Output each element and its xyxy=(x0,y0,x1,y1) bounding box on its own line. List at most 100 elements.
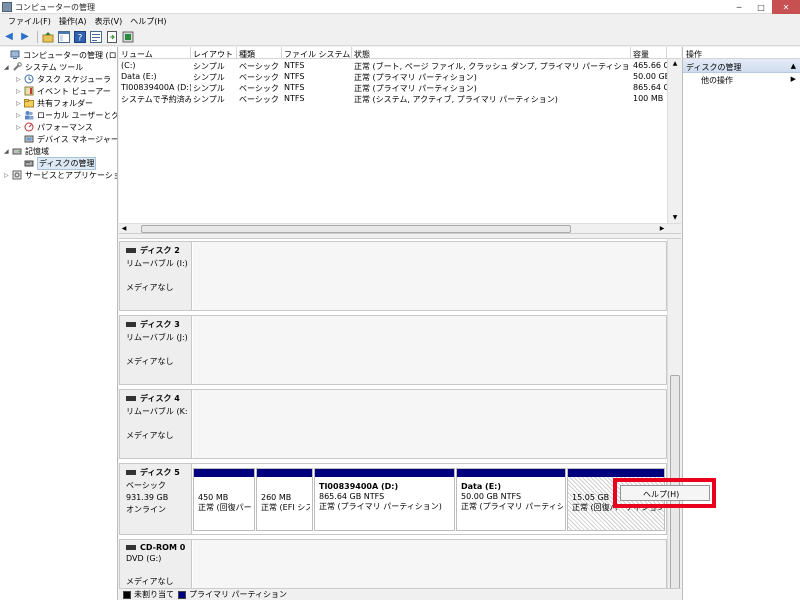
scroll-down-arrow-icon[interactable]: ▼ xyxy=(668,213,682,223)
clock-icon xyxy=(24,74,34,84)
tree-item-storage[interactable]: ◢ 記憶域 xyxy=(4,145,49,157)
help-button[interactable]: ? xyxy=(73,30,87,44)
disk-info: ディスク 4 リムーバブル (K: メディアなし xyxy=(120,390,192,458)
tree-item-device-manager[interactable]: デバイス マネージャー xyxy=(16,133,117,145)
console-tree-icon xyxy=(58,30,70,43)
column-header-volume[interactable]: リューム xyxy=(119,47,191,59)
properties-button[interactable] xyxy=(89,30,103,44)
tree-item-services-applications[interactable]: ▷ サービスとアプリケーショ xyxy=(4,169,117,181)
minimize-button[interactable]: ─ xyxy=(728,0,750,14)
tree-item-label: 記憶域 xyxy=(25,146,49,156)
volume-file-system: NTFS xyxy=(284,61,305,70)
partition-size: 260 MB xyxy=(261,493,292,502)
volume-name: システムで予約済み xyxy=(121,95,191,104)
tree-item-disk-management[interactable]: ディスクの管理 xyxy=(16,156,97,170)
volume-row[interactable]: (C:) シンプル ベーシック NTFS 正常 (ブート, ページ ファイル, … xyxy=(119,61,667,72)
removable-disk-icon xyxy=(126,248,136,253)
tree-item-shared-folders[interactable]: ▷ 共有フォルダー xyxy=(16,97,93,109)
tree-expand-icon[interactable]: ▷ xyxy=(4,172,12,179)
volume-row[interactable]: システムで予約済み シンプル ベーシック NTFS 正常 (システム, アクティ… xyxy=(119,94,667,105)
action-more-actions[interactable]: 他の操作 ▶ xyxy=(683,73,800,85)
back-arrow-icon: ◀ xyxy=(5,31,13,42)
volume-row[interactable]: TI00839400A (D:) シンプル ベーシック NTFS 正常 (プライ… xyxy=(119,83,667,94)
tree-expand-icon[interactable]: ▷ xyxy=(16,100,24,107)
scrollbar-thumb[interactable] xyxy=(141,225,571,233)
settings-button[interactable] xyxy=(121,30,135,44)
tree-item-event-viewer[interactable]: ▷ イベント ビューアー xyxy=(16,85,111,97)
disk-detail: リムーバブル (K: xyxy=(126,407,188,416)
disk-name: ディスク 2 xyxy=(140,246,180,255)
volume-status: 正常 (プライマリ パーティション) xyxy=(354,84,477,93)
tree-item-label: システム ツール xyxy=(25,62,84,72)
tree-item-system-tools[interactable]: ◢ システム ツール xyxy=(4,61,83,73)
back-button[interactable]: ◀ xyxy=(2,30,16,44)
tree-collapse-icon[interactable]: ◢ xyxy=(4,148,12,155)
volume-capacity: 100 MB xyxy=(633,94,664,103)
disk-row-cdrom-0[interactable]: CD-ROM 0 DVD (G:) メディアなし xyxy=(119,539,667,591)
partition-d-drive[interactable]: TI00839400A (D:) 865.64 GB NTFS 正常 (プライマリ … xyxy=(314,468,455,531)
properties-icon xyxy=(90,30,102,43)
column-header-layout[interactable]: レイアウト xyxy=(191,47,237,59)
partition-status: 正常 (プライマリ パーティション) xyxy=(319,502,442,511)
disk-detail: メディアなし xyxy=(126,577,174,586)
partition-e-drive[interactable]: Data (E:)50.00 GB NTFS正常 (プライマリ パーティション) xyxy=(456,468,566,531)
partition-status: 正常 (回復パーテ xyxy=(198,503,252,512)
tree-expand-icon[interactable]: ▷ xyxy=(16,112,24,119)
actions-pane: 操作 ディスクの管理 ▲ 他の操作 ▶ xyxy=(682,47,800,600)
menu-help[interactable]: ヘルプ(H) xyxy=(126,14,170,28)
export-button[interactable] xyxy=(105,30,119,44)
column-header-status[interactable]: 状態 xyxy=(352,47,631,59)
close-button[interactable]: ✕ xyxy=(772,0,800,14)
volume-status: 正常 (プライマリ パーティション) xyxy=(354,73,477,82)
menu-bar: ファイル(F) 操作(A) 表示(V) ヘルプ(H) xyxy=(0,14,800,28)
partition-efi[interactable]: 260 MB 正常 (EFI シス xyxy=(256,468,313,531)
menu-action[interactable]: 操作(A) xyxy=(55,14,91,28)
collapse-caret-icon[interactable]: ▲ xyxy=(791,62,796,70)
tree-item-performance[interactable]: ▷ パフォーマンス xyxy=(16,121,93,133)
action-label: 他の操作 xyxy=(701,76,733,85)
legend-item-unallocated: 未割り当て xyxy=(123,589,174,600)
tree-item-task-scheduler[interactable]: ▷ タスク スケジューラ xyxy=(16,73,111,85)
volume-type: ベーシック xyxy=(239,95,279,104)
disk-row-disk-4[interactable]: ディスク 4 リムーバブル (K: メディアなし xyxy=(119,389,667,459)
volume-row[interactable]: Data (E:) シンプル ベーシック NTFS 正常 (プライマリ パーティ… xyxy=(119,72,667,83)
tree-item-local-users[interactable]: ▷ ローカル ユーザーとグ xyxy=(16,109,118,121)
tree-collapse-icon[interactable]: ◢ xyxy=(4,64,12,71)
maximize-button[interactable]: □ xyxy=(750,0,772,14)
volume-file-system: NTFS xyxy=(284,83,305,92)
partition-status: 正常 (EFI シス xyxy=(261,503,310,512)
volume-status: 正常 (ブート, ページ ファイル, クラッシュ ダンプ, プライマリ パーティ… xyxy=(354,62,631,71)
disk-icon xyxy=(24,158,34,168)
scroll-up-arrow-icon[interactable]: ▲ xyxy=(668,59,682,69)
volume-list-horizontal-scrollbar[interactable]: ◀ ▶ xyxy=(119,223,681,233)
actions-section-disk-management[interactable]: ディスクの管理 ▲ xyxy=(683,59,800,73)
volume-type: ベーシック xyxy=(239,84,279,93)
partition-status: 正常 (プライマリ パーティション) xyxy=(461,502,563,511)
disk-row-disk-3[interactable]: ディスク 3 リムーバブル (J:) メディアなし xyxy=(119,315,667,385)
svg-text:?: ? xyxy=(78,33,83,43)
tree-expand-icon[interactable]: ▷ xyxy=(16,76,24,83)
column-header-type[interactable]: 種類 xyxy=(237,47,282,59)
disk-row-disk-5[interactable]: ディスク 5 ベーシック 931.39 GB オンライン 450 MB 正常 (回… xyxy=(119,463,667,535)
volume-list-vertical-scrollbar[interactable]: ▲ ▼ xyxy=(667,59,681,223)
forward-button[interactable]: ▶ xyxy=(18,30,32,44)
services-icon xyxy=(12,170,22,180)
device-icon xyxy=(24,134,34,144)
toolbar-separator xyxy=(37,30,38,43)
console-tree-button[interactable] xyxy=(57,30,71,44)
menu-file[interactable]: ファイル(F) xyxy=(4,14,55,28)
disk-row-disk-2[interactable]: ディスク 2 リムーバブル (I:) メディアなし xyxy=(119,241,667,311)
disk-info: ディスク 3 リムーバブル (J:) メディアなし xyxy=(120,316,192,384)
column-header-file-system[interactable]: ファイル システム xyxy=(282,47,352,59)
toolbar: ◀ ▶ ? xyxy=(0,28,800,46)
tree-item-label: ローカル ユーザーとグ xyxy=(37,110,118,120)
column-header-capacity[interactable]: 容量 xyxy=(631,47,667,59)
menu-view[interactable]: 表示(V) xyxy=(91,14,127,28)
partition-recovery[interactable]: 450 MB正常 (回復パーテ xyxy=(193,468,255,531)
tree-item-computer-management[interactable]: コンピューターの管理 (ローカ xyxy=(2,49,117,61)
disk-detail xyxy=(126,271,191,280)
disk-view-vertical-scrollbar[interactable] xyxy=(667,239,681,600)
up-folder-button[interactable] xyxy=(41,30,55,44)
tree-expand-icon[interactable]: ▷ xyxy=(16,124,24,131)
tree-expand-icon[interactable]: ▷ xyxy=(16,88,24,95)
